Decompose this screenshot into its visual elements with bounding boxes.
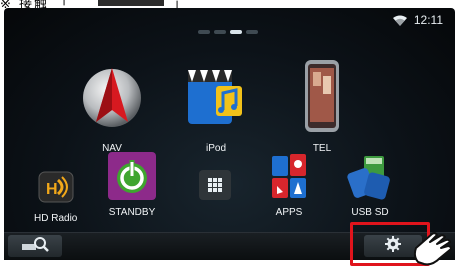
svg-text:H: H <box>46 181 58 198</box>
app-nav[interactable]: NAV <box>80 60 144 154</box>
page-dot[interactable] <box>198 30 210 34</box>
app-hdradio[interactable]: H HD Radio <box>34 166 77 224</box>
apps-icon <box>270 154 308 205</box>
power-icon <box>108 152 156 205</box>
app-label: TEL <box>312 143 332 154</box>
document-caption: ※ 接触 「 」 <box>0 0 465 12</box>
app-ipod[interactable]: iPod <box>186 64 246 154</box>
app-label: STANDBY <box>108 207 156 218</box>
page-dot-active[interactable] <box>230 30 242 34</box>
app-label: USB SD <box>351 207 389 218</box>
pointing-hand-icon <box>410 226 465 270</box>
page-dot[interactable] <box>246 30 258 34</box>
usb-sd-icon <box>346 154 394 205</box>
nav-icon <box>80 60 144 141</box>
app-grid[interactable] <box>199 170 231 207</box>
page-indicator <box>198 30 258 34</box>
search-button[interactable] <box>8 235 62 257</box>
app-label: iPod <box>205 143 226 154</box>
page-dot[interactable] <box>214 30 226 34</box>
app-standby[interactable]: STANDBY <box>108 152 156 218</box>
app-label: HD Radio <box>34 213 78 224</box>
caption-button-graphic <box>98 0 164 6</box>
ipod-icon <box>186 64 246 141</box>
grid-menu-icon <box>199 170 231 205</box>
app-apps[interactable]: APPS <box>270 154 308 218</box>
phone-icon <box>302 58 342 141</box>
clock: 12:11 <box>413 13 443 27</box>
app-label: APPS <box>275 207 303 218</box>
hd-radio-icon: H <box>38 166 74 211</box>
wifi-icon <box>392 14 408 26</box>
status-bar: 12:11 <box>392 13 443 27</box>
app-usbsd[interactable]: USB SD <box>346 154 394 218</box>
app-tel[interactable]: TEL <box>302 58 342 154</box>
search-icon <box>20 236 50 257</box>
